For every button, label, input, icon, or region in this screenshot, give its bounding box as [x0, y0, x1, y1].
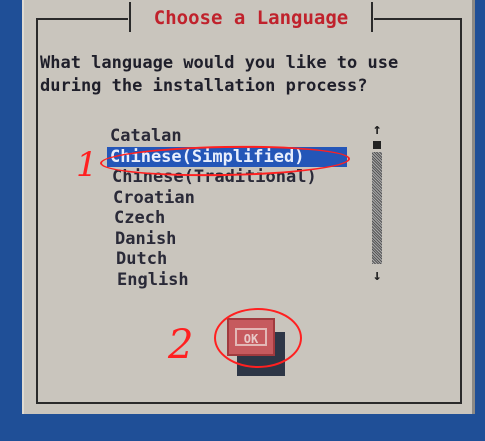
list-item[interactable]: Catalan — [107, 126, 347, 147]
list-item[interactable]: English — [107, 270, 347, 291]
scrollbar[interactable]: ↑ ↓ — [370, 120, 384, 284]
prompt-text: What language would you like to use duri… — [40, 53, 399, 96]
list-item[interactable]: Croatian — [107, 188, 347, 209]
scroll-thumb[interactable] — [373, 141, 381, 149]
dialog-title: Choose a Language — [129, 2, 373, 32]
annotation-label-1: 1 — [76, 145, 98, 185]
list-item[interactable]: Danish — [107, 229, 347, 250]
scroll-down-arrow-icon[interactable]: ↓ — [370, 266, 384, 284]
annotation-label-2: 2 — [168, 322, 194, 368]
list-item[interactable]: Dutch — [107, 249, 347, 270]
scroll-up-arrow-icon[interactable]: ↑ — [370, 120, 384, 138]
scroll-track[interactable] — [372, 152, 382, 264]
annotation-circle-2 — [214, 308, 302, 368]
list-item[interactable]: Czech — [107, 208, 347, 229]
